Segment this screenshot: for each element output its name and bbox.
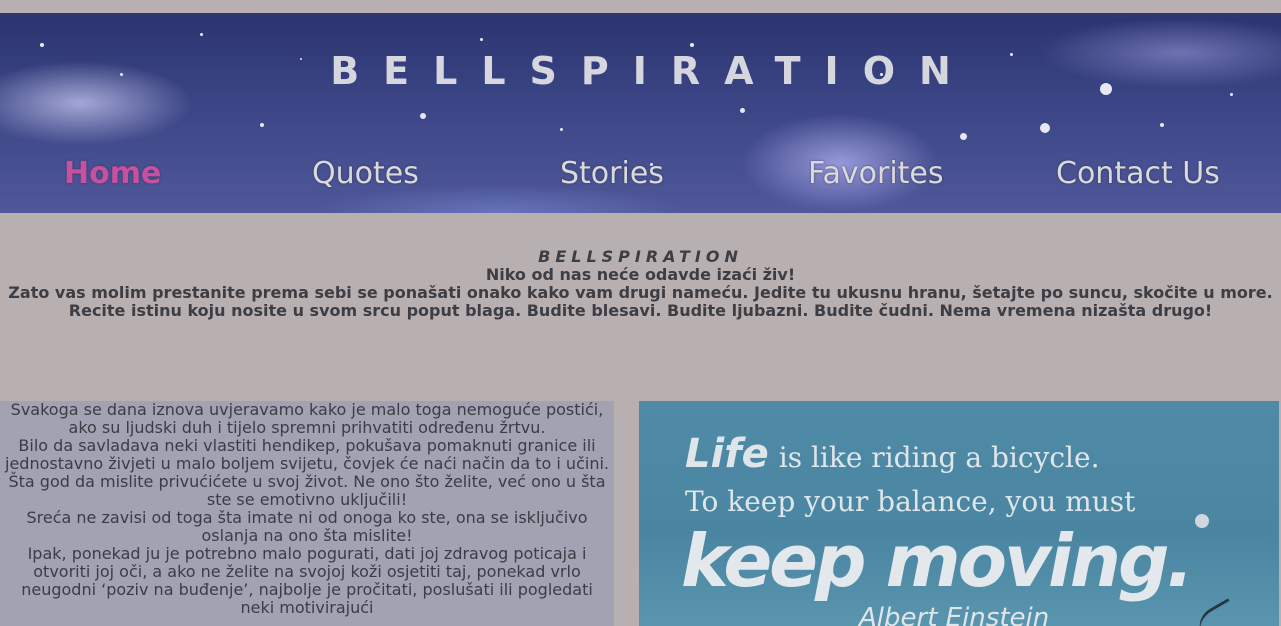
site-title: BELLSPIRATION	[330, 49, 975, 93]
star-decoration	[200, 33, 203, 36]
star-decoration	[1040, 123, 1050, 133]
dot-decoration	[1195, 514, 1209, 528]
quote-line-1-rest: is like riding a bicycle.	[778, 441, 1100, 474]
star-decoration	[1230, 93, 1233, 96]
star-decoration	[740, 108, 745, 113]
star-decoration	[560, 128, 563, 131]
paragraph: Svakoga se dana iznova uvjeravamo kako j…	[10, 401, 604, 437]
nav-quotes[interactable]: Quotes	[312, 156, 419, 191]
quote-word-life: Life	[685, 431, 769, 477]
motivation-text-panel: Svakoga se dana iznova uvjeravamo kako j…	[0, 401, 614, 626]
quote-line-3: keep moving.	[681, 519, 1194, 603]
star-decoration	[690, 43, 694, 47]
quote-line-2: To keep your balance, you must	[685, 485, 1136, 518]
star-decoration	[40, 43, 44, 47]
header-banner: BELLSPIRATION Home Quotes Stories Favori…	[0, 13, 1281, 213]
bicycle-handle-icon	[1193, 598, 1245, 626]
nav-home[interactable]: Home	[64, 156, 161, 191]
quote-line-1: Life is like riding a bicycle.	[685, 431, 1099, 477]
star-decoration	[420, 113, 426, 119]
paragraph: Bilo da savladava neki vlastiti hendikep…	[5, 436, 609, 473]
intro-line-2: Zato vas molim prestanite prema sebi se …	[8, 283, 1273, 320]
nav-contact-us[interactable]: Contact Us	[1056, 156, 1220, 191]
paragraph: Sreća ne zavisi od toga šta imate ni od …	[26, 508, 588, 545]
star-decoration	[960, 133, 967, 140]
quote-author: Albert Einstein	[859, 603, 1050, 626]
main-nav: Home Quotes Stories Favorites Contact Us	[0, 156, 1281, 200]
quote-image: Life is like riding a bicycle. To keep yo…	[639, 401, 1279, 626]
star-decoration	[480, 38, 483, 41]
nav-stories[interactable]: Stories	[560, 156, 664, 191]
nav-favorites[interactable]: Favorites	[808, 156, 944, 191]
star-decoration	[260, 123, 264, 127]
intro-section: BELLSPIRATION Niko od nas neće odavde iz…	[0, 248, 1281, 320]
star-decoration	[1160, 123, 1164, 127]
paragraph: Šta god da mislite privućićete u svoj ži…	[8, 472, 606, 509]
intro-line-1: Niko od nas neće odavde izaći živ!	[485, 265, 796, 284]
intro-title: BELLSPIRATION	[538, 247, 743, 266]
paragraph: Ipak, ponekad ju je potrebno malo pogura…	[21, 544, 593, 617]
